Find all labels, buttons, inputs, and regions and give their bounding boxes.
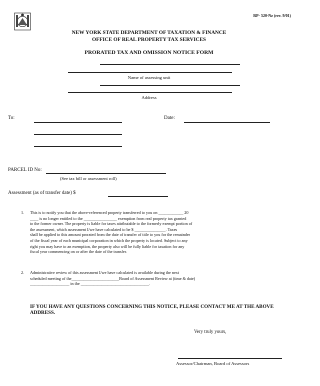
paragraph-2-line: ___________________ in the _____________… — [30, 281, 151, 287]
parcel-id-line[interactable] — [46, 173, 166, 174]
assessing-unit-caption: Name of assessing unit — [127, 75, 171, 80]
form-number: RP- 520-Nz (rev. 9/01) — [253, 13, 291, 18]
signature-line[interactable] — [178, 358, 282, 359]
paragraph-2: 2. Administrative review of this assessm… — [21, 270, 292, 287]
contact-notice: IF YOU HAVE ANY QUESTIONS CONCERNING THI… — [30, 304, 274, 317]
assessing-unit-line-2[interactable] — [68, 72, 232, 73]
date-line[interactable] — [184, 122, 270, 123]
address-caption: Address — [141, 95, 157, 100]
assessment-label: Assessment (as of transfer date) $ — [8, 191, 76, 196]
notice-form-page: RP- 520-Nz (rev. 9/01) NEW YORK STATE DE… — [0, 0, 298, 386]
paragraph-1-number: 1. — [21, 210, 25, 215]
to-line-2[interactable] — [34, 134, 122, 135]
parcel-id-label: PARCEL ID No: — [8, 168, 42, 173]
state-seal-icon — [14, 12, 31, 31]
date-label: Date: — [164, 116, 175, 121]
office-name: OFFICE OF REAL PROPERTY TAX SERVICES — [92, 37, 206, 43]
assessing-unit-line-1[interactable] — [100, 64, 240, 65]
signature-caption: Assessor/Chairman, Board of Assessors — [176, 361, 250, 366]
to-line-1[interactable] — [34, 122, 122, 123]
to-label: To: — [8, 116, 15, 121]
paragraph-2-number: 2. — [21, 270, 25, 275]
assessment-line[interactable] — [108, 196, 168, 197]
form-title: PRORATED TAX AND OMISSION NOTICE FORM — [84, 50, 214, 56]
to-line-3[interactable] — [34, 146, 122, 147]
address-line-2[interactable] — [68, 92, 232, 93]
closing-text: Very truly yours, — [194, 330, 227, 335]
department-name: NEW YORK STATE DEPARTMENT OF TAXATION & … — [71, 30, 227, 36]
address-line-1[interactable] — [100, 85, 240, 86]
parcel-id-hint: (See tax bill or assessment roll) — [60, 176, 117, 181]
paragraph-1-line: fiscal year commencing on or after the d… — [30, 249, 127, 255]
paragraph-1: 1. This is to notify you that the above-… — [21, 210, 292, 255]
